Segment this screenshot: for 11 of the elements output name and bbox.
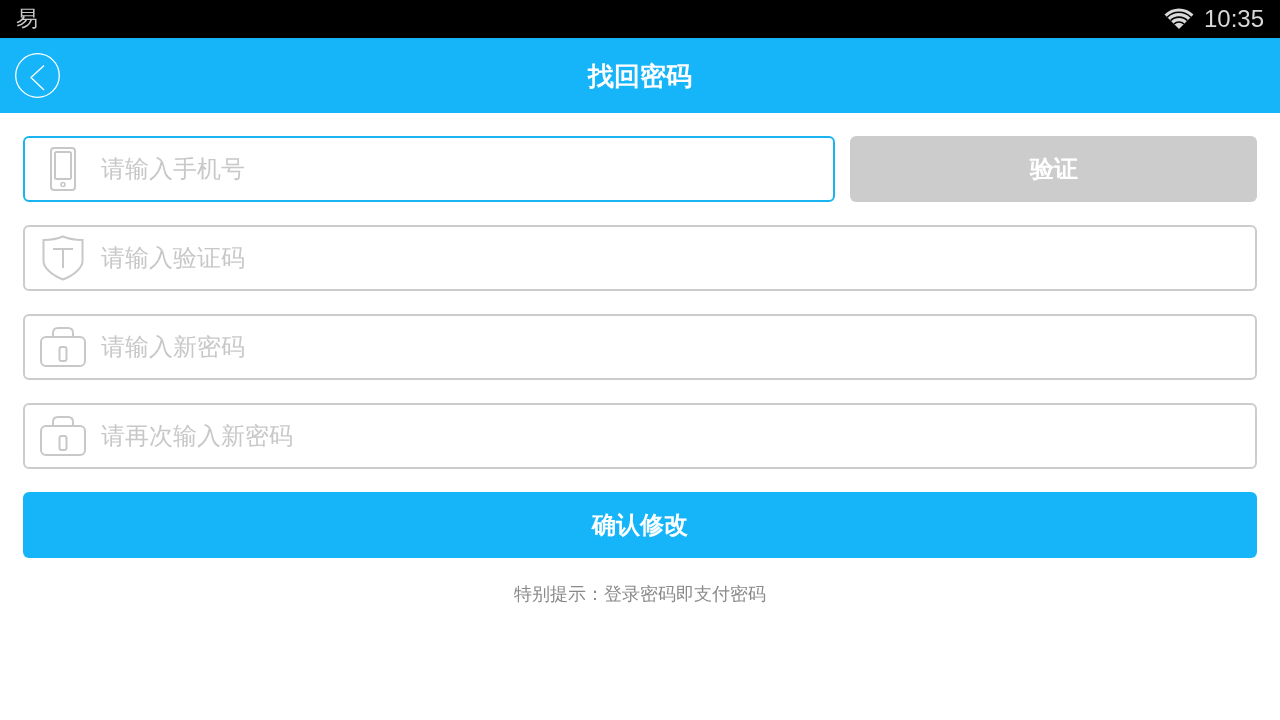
clock-time: 10:35 (1203, 7, 1264, 31)
hint-text: 特别提示：登录密码即支付密码 (514, 585, 766, 603)
lock-icon (40, 416, 86, 456)
phone-icon (50, 147, 76, 191)
back-button[interactable] (15, 53, 60, 98)
lock-icon (40, 327, 86, 367)
confirm-button[interactable]: 确认修改 (23, 492, 1257, 558)
wifi-icon (1163, 8, 1194, 30)
page-title: 找回密码 (588, 62, 692, 89)
notification-icon: 易 (16, 8, 38, 30)
shield-icon (42, 235, 84, 281)
